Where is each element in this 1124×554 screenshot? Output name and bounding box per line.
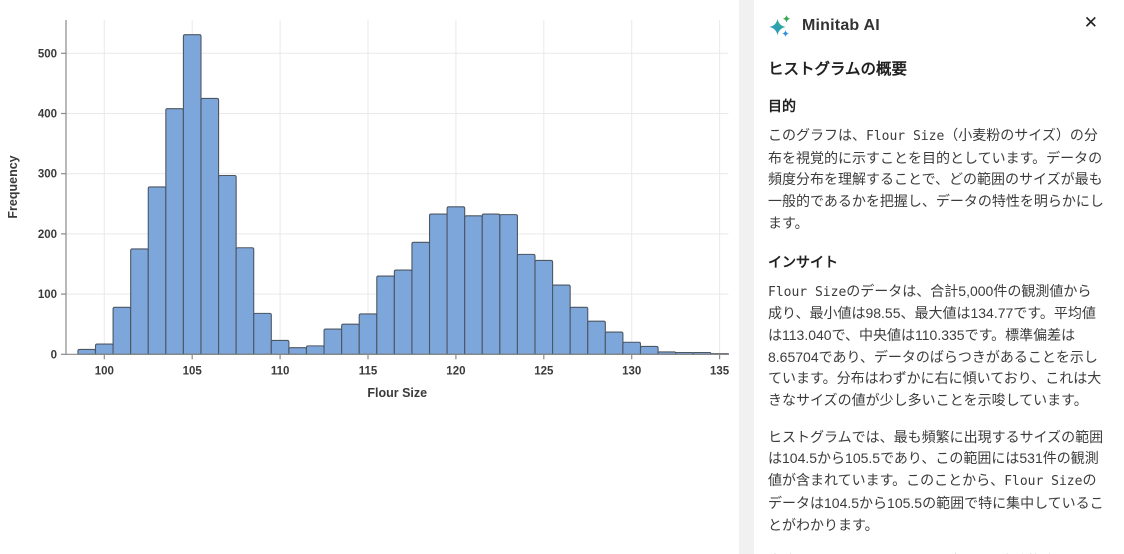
histogram-bar[interactable] [447, 207, 465, 354]
histogram-bar[interactable] [570, 307, 588, 354]
y-tick-label: 0 [51, 349, 57, 361]
histogram-bar[interactable] [623, 342, 641, 354]
histogram-bar[interactable] [96, 344, 114, 354]
insights-paragraph-1: Flour Sizeのデータは、合計5,000件の観測値から成り、最小値は98.… [768, 281, 1105, 412]
histogram-bar[interactable] [377, 276, 395, 354]
histogram-bar[interactable] [394, 270, 412, 354]
histogram-bar[interactable] [166, 109, 184, 355]
histogram-bar[interactable] [324, 329, 342, 354]
app-window: 100 105 110 115 120 125 130 135 0 100 200 300 400 500… [0, 0, 1124, 554]
x-axis-title: Flour Size [367, 386, 427, 400]
histogram-bar[interactable] [500, 215, 518, 355]
x-tick-label: 105 [183, 365, 203, 377]
histogram-bar[interactable] [430, 214, 448, 354]
histogram-bar[interactable] [535, 260, 553, 354]
insights-heading: インサイト [768, 252, 1105, 272]
x-tick-label: 100 [95, 365, 114, 377]
y-tick-label: 100 [38, 289, 57, 301]
histogram-bar[interactable] [306, 346, 324, 354]
x-tick-label: 125 [534, 365, 554, 377]
y-tick-label: 300 [38, 169, 57, 181]
histogram-bar[interactable] [183, 35, 201, 355]
y-axis-title: Frequency [6, 155, 20, 218]
variable-name: Flour Size [866, 129, 944, 144]
variable-name: Flour Size [1004, 474, 1082, 489]
histogram-bar[interactable] [359, 314, 377, 354]
histogram-bar[interactable] [289, 348, 307, 355]
x-tick-label: 120 [446, 365, 465, 377]
panel-title: Minitab AI [802, 17, 880, 35]
histogram-bar[interactable] [605, 332, 623, 354]
summary-heading: ヒストグラムの概要 [768, 57, 1105, 79]
histogram-bar[interactable] [201, 98, 219, 354]
histogram-bar[interactable] [131, 249, 149, 354]
histogram-bar[interactable] [465, 216, 483, 354]
x-tick-label: 130 [622, 365, 641, 377]
text-segment: このグラフは、 [768, 127, 866, 143]
histogram-bar[interactable] [78, 349, 96, 354]
y-tick-label: 500 [38, 48, 57, 60]
section-insights: インサイト Flour Sizeのデータは、合計5,000件の観測値から成り、最… [768, 252, 1105, 554]
minitab-ai-panel: Minitab AI ✕ ヒストグラムの概要 目的 このグラフは、Flour S… [754, 0, 1124, 554]
minitab-ai-sparkle-icon [768, 14, 792, 38]
histogram-bar[interactable] [553, 285, 571, 354]
histogram-bar[interactable] [640, 346, 658, 354]
histogram-bar[interactable] [588, 321, 606, 354]
insights-paragraph-2: ヒストグラムでは、最も頻繁に出現するサイズの範囲は104.5から105.5であり… [768, 427, 1105, 537]
purpose-paragraph: このグラフは、Flour Size（小麦粉のサイズ）の分布を視覚的に示すことを目… [768, 125, 1105, 235]
x-tick-label: 110 [271, 365, 290, 377]
histogram-bar[interactable] [254, 313, 272, 354]
y-tick-label: 200 [38, 229, 57, 241]
section-purpose: 目的 このグラフは、Flour Size（小麦粉のサイズ）の分布を視覚的に示すこ… [768, 96, 1105, 235]
pane-divider[interactable] [739, 0, 754, 554]
x-tick-label: 135 [710, 365, 730, 377]
variable-name: Flour Size [768, 285, 846, 300]
histogram-bar[interactable] [236, 248, 254, 355]
x-tick-label: 115 [359, 365, 378, 377]
histogram-bar[interactable] [271, 340, 289, 354]
histogram-bar[interactable] [148, 187, 166, 354]
histogram-chart-pane: 100 105 110 115 120 125 130 135 0 100 200 300 400 500… [0, 0, 739, 554]
y-tick-label: 400 [38, 109, 57, 121]
histogram-chart: 100 105 110 115 120 125 130 135 0 100 200 300 400 500… [0, 0, 739, 420]
histogram-bar[interactable] [342, 324, 360, 354]
panel-header: Minitab AI ✕ [768, 12, 1105, 40]
histogram-bar[interactable] [482, 214, 500, 354]
histogram-bar[interactable] [113, 307, 131, 354]
histogram-bar[interactable] [412, 242, 430, 354]
purpose-heading: 目的 [768, 96, 1105, 116]
histogram-bar[interactable] [219, 176, 237, 355]
histogram-bar[interactable] [517, 254, 535, 354]
text-segment: のデータは、合計5,000件の観測値から成り、最小値は98.55、最大値は134… [768, 283, 1101, 409]
close-icon[interactable]: ✕ [1082, 12, 1100, 33]
